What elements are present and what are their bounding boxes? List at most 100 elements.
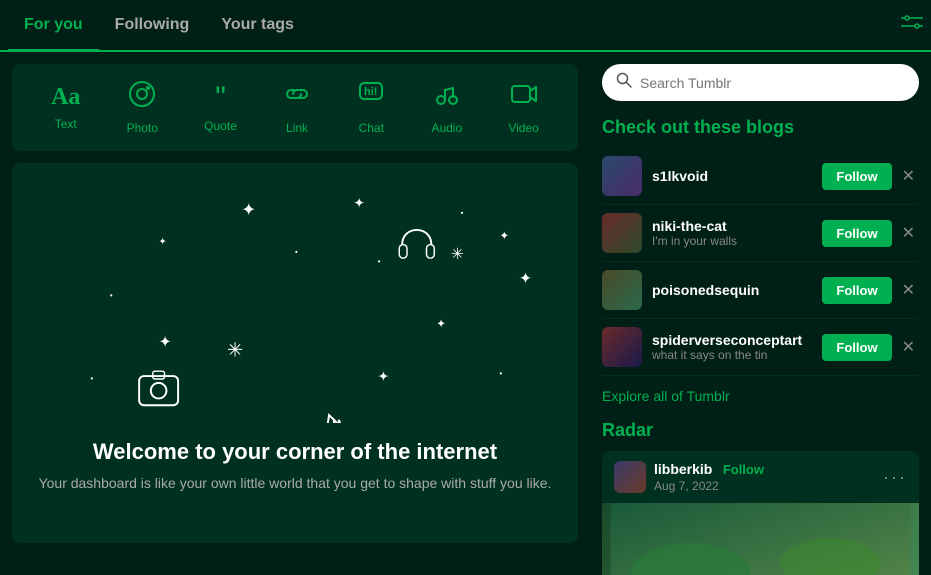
svg-text:✦: ✦ [159,237,167,248]
svg-text:✦: ✦ [436,317,446,330]
audio-icon [433,80,461,115]
blog-item: niki-the-catI'm in your wallsFollow ✕ [602,205,919,262]
radar-avatar [614,461,646,493]
left-panel: Aa Text Photo " Quote [0,52,590,575]
welcome-banner: ✦ ✦ ✦ ✦ ✦ • • • • ✦ ✦ • • ✦ ✳ ✳ [12,163,578,543]
svg-text:•: • [110,291,113,300]
post-type-video[interactable]: Video [508,80,538,135]
svg-text:•: • [295,247,298,256]
radar-follow-inline[interactable]: Follow [723,462,764,477]
tab-following[interactable]: Following [99,0,206,52]
post-type-selector: Aa Text Photo " Quote [12,64,578,151]
text-icon: Aa [51,84,80,111]
svg-text:✦: ✦ [500,230,510,243]
blog-name: spiderverseconceptart [652,332,822,348]
header: For you Following Your tags [0,0,931,52]
svg-text:•: • [500,369,503,378]
svg-text:✦: ✦ [353,196,365,211]
welcome-title: Welcome to your corner of the internet [93,439,497,465]
svg-text:✳: ✳ [451,246,464,263]
svg-text:•: • [90,374,93,383]
explore-all-link[interactable]: Explore all of Tumblr [602,388,919,404]
radar-card-header: libberkib Follow Aug 7, 2022 ··· [602,451,919,503]
post-type-chat[interactable]: hi! Chat [357,80,385,135]
blog-avatar [602,156,642,196]
radar-section: Radar libberkib Follow Aug 7, 2022 ··· [602,420,919,575]
search-icon [616,72,632,93]
blog-item: s1lkvoidFollow ✕ [602,148,919,205]
radar-user-info: libberkib Follow Aug 7, 2022 [654,461,883,493]
blog-name: s1lkvoid [652,168,822,184]
dismiss-blog-button[interactable]: ✕ [898,276,919,304]
banner-illustration: ✦ ✦ ✦ ✦ ✦ • • • • ✦ ✦ • • ✦ ✳ ✳ [32,183,558,423]
dismiss-blog-button[interactable]: ✕ [898,162,919,190]
radar-image [602,503,919,575]
blog-actions: Follow ✕ [822,162,919,190]
dismiss-blog-button[interactable]: ✕ [898,219,919,247]
svg-text:✳: ✳ [227,340,243,362]
tab-your-tags[interactable]: Your tags [205,0,310,52]
blog-desc: I'm in your walls [652,234,822,248]
main-nav: For you Following Your tags [8,0,310,50]
post-type-photo[interactable]: Photo [127,80,158,135]
blog-item: poisonedsequinFollow ✕ [602,262,919,319]
blog-avatar [602,213,642,253]
settings-icon[interactable] [901,16,923,38]
dismiss-blog-button[interactable]: ✕ [898,333,919,361]
blog-actions: Follow ✕ [822,219,919,247]
radar-title: Radar [602,420,919,441]
blog-info: spiderverseconceptartwhat it says on the… [652,332,822,362]
post-type-text[interactable]: Aa Text [51,84,80,131]
svg-text:✦: ✦ [159,334,172,351]
blogs-list: s1lkvoidFollow✕niki-the-catI'm in your w… [602,148,919,376]
svg-text:•: • [378,257,381,266]
blog-desc: what it says on the tin [652,348,822,362]
video-icon [510,80,538,115]
follow-button[interactable]: Follow [822,277,891,304]
post-type-text-label: Text [55,117,77,131]
blog-item: spiderverseconceptartwhat it says on the… [602,319,919,376]
post-type-link[interactable]: Link [283,80,311,135]
svg-text:•: • [461,208,464,217]
quote-icon: " [215,83,226,113]
camera-icon [128,80,156,115]
blog-name: niki-the-cat [652,218,822,234]
svg-text:✦: ✦ [378,369,390,384]
blog-info: s1lkvoid [652,168,822,184]
blog-actions: Follow ✕ [822,333,919,361]
post-type-video-label: Video [508,121,538,135]
check-out-blogs-title: Check out these blogs [602,117,919,138]
welcome-subtitle: Your dashboard is like your own little w… [39,473,552,494]
header-right [901,11,923,39]
svg-text:hi!: hi! [364,86,377,98]
chat-icon: hi! [357,80,385,115]
tab-for-you[interactable]: For you [8,0,99,52]
post-type-quote-label: Quote [204,119,237,133]
post-type-chat-label: Chat [359,121,384,135]
radar-card: libberkib Follow Aug 7, 2022 ··· [602,451,919,575]
right-panel: Check out these blogs s1lkvoidFollow✕nik… [590,52,931,575]
blog-avatar [602,270,642,310]
post-type-quote[interactable]: " Quote [204,83,237,133]
post-type-audio-label: Audio [431,121,462,135]
svg-text:✦: ✦ [519,271,532,288]
main-content: Aa Text Photo " Quote [0,52,931,575]
blog-info: poisonedsequin [652,282,822,298]
follow-button[interactable]: Follow [822,220,891,247]
check-out-blogs-section: Check out these blogs s1lkvoidFollow✕nik… [602,117,919,404]
post-type-photo-label: Photo [127,121,158,135]
svg-text:✦: ✦ [241,199,256,219]
blog-info: niki-the-catI'm in your walls [652,218,822,248]
link-icon [283,80,311,115]
radar-username: libberkib [654,461,712,477]
blog-actions: Follow ✕ [822,276,919,304]
search-bar [602,64,919,101]
follow-button[interactable]: Follow [822,334,891,361]
post-type-link-label: Link [286,121,308,135]
search-input[interactable] [640,75,905,91]
blog-avatar [602,327,642,367]
follow-button[interactable]: Follow [822,163,891,190]
post-type-audio[interactable]: Audio [431,80,462,135]
radar-more-button[interactable]: ··· [883,467,907,488]
radar-date: Aug 7, 2022 [654,479,883,493]
